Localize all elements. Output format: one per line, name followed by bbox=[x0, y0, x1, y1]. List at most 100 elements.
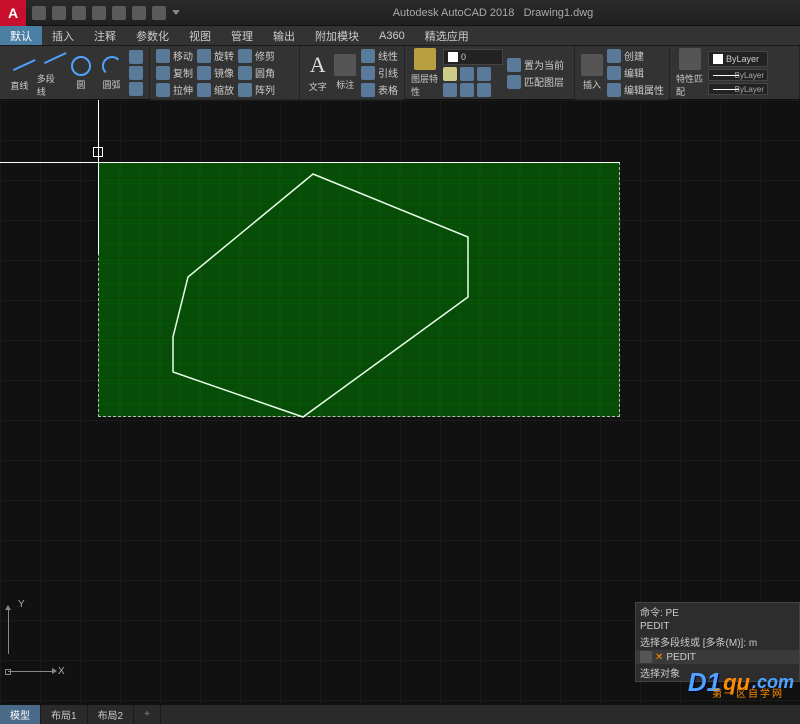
tab-manage[interactable]: 管理 bbox=[221, 26, 263, 45]
linear-icon bbox=[361, 49, 375, 63]
quick-access-toolbar bbox=[26, 6, 186, 20]
wrench-icon bbox=[640, 651, 652, 663]
polyline-icon bbox=[39, 48, 61, 70]
add-layout-button[interactable]: + bbox=[134, 705, 161, 724]
tool-make-current[interactable]: 置为当前 bbox=[507, 57, 564, 72]
tool-fillet[interactable]: 圆角 bbox=[238, 65, 275, 80]
tab-layout1[interactable]: 布局1 bbox=[41, 705, 88, 724]
misc-icon bbox=[460, 83, 474, 97]
leader-icon bbox=[361, 66, 375, 80]
ribbon-group-annotate: A文字 标注 线性 引线 表格 注释 bbox=[300, 46, 405, 99]
draw-misc-3[interactable] bbox=[129, 82, 143, 96]
new-icon[interactable] bbox=[32, 6, 46, 20]
layer-color-swatch bbox=[448, 52, 458, 62]
command-input[interactable]: ✕ PEDIT bbox=[636, 650, 799, 664]
layout-tabs: 模型 布局1 布局2 + bbox=[0, 704, 800, 724]
tool-table[interactable]: 表格 bbox=[361, 82, 398, 97]
save-icon[interactable] bbox=[72, 6, 86, 20]
tab-insert[interactable]: 插入 bbox=[42, 26, 84, 45]
tool-insert-block[interactable]: 插入 bbox=[581, 54, 603, 91]
tab-parametric[interactable]: 参数化 bbox=[126, 26, 179, 45]
ribbon: 直线 多段线 圆 圆弧 绘图 移动 复制 拉伸 旋转 镜像 缩放 bbox=[0, 46, 800, 100]
tab-view[interactable]: 视图 bbox=[179, 26, 221, 45]
lock-icon bbox=[477, 67, 491, 81]
tool-trim[interactable]: 修剪 bbox=[238, 48, 275, 63]
linetype-selector[interactable]: ByLayer bbox=[708, 83, 768, 95]
tab-output[interactable]: 输出 bbox=[263, 26, 305, 45]
table-icon bbox=[361, 83, 375, 97]
tool-scale[interactable]: 缩放 bbox=[197, 82, 234, 97]
rotate-icon bbox=[197, 49, 211, 63]
tool-linear[interactable]: 线性 bbox=[361, 48, 398, 63]
lineweight-selector[interactable]: ByLayer bbox=[708, 69, 768, 81]
circle-icon bbox=[71, 56, 91, 76]
watermark: D1qu.com 第一区自学网 bbox=[688, 667, 794, 698]
undo-icon[interactable] bbox=[132, 6, 146, 20]
insert-block-icon bbox=[581, 54, 603, 76]
tool-mirror[interactable]: 镜像 bbox=[197, 65, 234, 80]
attr-icon bbox=[607, 83, 621, 97]
layer-selector[interactable]: 0 bbox=[443, 49, 503, 65]
polyline-object[interactable] bbox=[98, 162, 620, 422]
ucs-y-label: Y bbox=[18, 599, 25, 610]
tab-model-space[interactable]: 模型 bbox=[0, 705, 41, 724]
color-swatch bbox=[713, 54, 723, 64]
tool-move[interactable]: 移动 bbox=[156, 48, 193, 63]
copy-icon bbox=[156, 66, 170, 80]
tool-leader[interactable]: 引线 bbox=[361, 65, 398, 80]
drawing-canvas[interactable]: Y X 命令: PE PEDIT 选择多段线或 [多条(M)]: m ✕ PED… bbox=[0, 100, 800, 704]
draw-misc-1[interactable] bbox=[129, 50, 143, 64]
tab-a360[interactable]: A360 bbox=[369, 26, 415, 45]
arc-icon bbox=[102, 56, 122, 76]
ribbon-group-draw: 直线 多段线 圆 圆弧 绘图 bbox=[0, 46, 150, 99]
array-icon bbox=[238, 83, 252, 97]
open-icon[interactable] bbox=[52, 6, 66, 20]
crosshair-vertical bbox=[98, 100, 99, 254]
match-icon bbox=[507, 75, 521, 89]
tool-edit-block[interactable]: 编辑 bbox=[607, 65, 664, 80]
trim-icon bbox=[238, 49, 252, 63]
tab-default[interactable]: 默认 bbox=[0, 26, 42, 45]
current-icon bbox=[507, 58, 521, 72]
layer-misc-row[interactable] bbox=[443, 67, 503, 81]
tool-copy[interactable]: 复制 bbox=[156, 65, 193, 80]
tab-featured[interactable]: 精选应用 bbox=[415, 26, 479, 45]
tab-layout2[interactable]: 布局2 bbox=[88, 705, 135, 724]
tool-match-layer[interactable]: 匹配图层 bbox=[507, 74, 564, 89]
freeze-icon bbox=[460, 67, 474, 81]
move-icon bbox=[156, 49, 170, 63]
ribbon-group-props: 特性匹配 ByLayer ByLayer ByLayer 特性 bbox=[670, 46, 800, 99]
tool-polyline[interactable]: 多段线 bbox=[37, 48, 64, 98]
tab-addins[interactable]: 附加模块 bbox=[305, 26, 369, 45]
command-history-line: 命令: PE bbox=[636, 603, 799, 620]
tool-circle[interactable]: 圆 bbox=[68, 56, 95, 91]
tool-array[interactable]: 阵列 bbox=[238, 82, 275, 97]
plot-icon[interactable] bbox=[112, 6, 126, 20]
tool-arc[interactable]: 圆弧 bbox=[98, 56, 125, 91]
ucs-origin-box bbox=[5, 669, 11, 675]
tool-line[interactable]: 直线 bbox=[6, 55, 33, 92]
tool-edit-attr[interactable]: 编辑属性 bbox=[607, 82, 664, 97]
cursor-pickbox bbox=[93, 147, 103, 157]
draw-misc-2[interactable] bbox=[129, 66, 143, 80]
layer-misc-row2[interactable] bbox=[443, 83, 503, 97]
tool-dimension[interactable]: 标注 bbox=[334, 54, 358, 91]
misc-icon bbox=[443, 83, 457, 97]
qat-dropdown-icon[interactable] bbox=[172, 10, 180, 15]
app-logo[interactable]: A bbox=[0, 0, 26, 26]
tool-create-block[interactable]: 创建 bbox=[607, 48, 664, 63]
redo-icon[interactable] bbox=[152, 6, 166, 20]
tab-annotate[interactable]: 注释 bbox=[84, 26, 126, 45]
tool-stretch[interactable]: 拉伸 bbox=[156, 82, 193, 97]
color-selector[interactable]: ByLayer bbox=[708, 51, 768, 67]
tool-text[interactable]: A文字 bbox=[306, 52, 330, 93]
watermark-subtitle: 第一区自学网 bbox=[712, 685, 784, 700]
tool-rotate[interactable]: 旋转 bbox=[197, 48, 234, 63]
misc-icon bbox=[129, 66, 143, 80]
saveas-icon[interactable] bbox=[92, 6, 106, 20]
dimension-icon bbox=[334, 54, 356, 76]
tool-match-props[interactable]: 特性匹配 bbox=[676, 48, 704, 98]
mirror-icon bbox=[197, 66, 211, 80]
tool-layer-props[interactable]: 图层特性 bbox=[411, 48, 439, 98]
fillet-icon bbox=[238, 66, 252, 80]
